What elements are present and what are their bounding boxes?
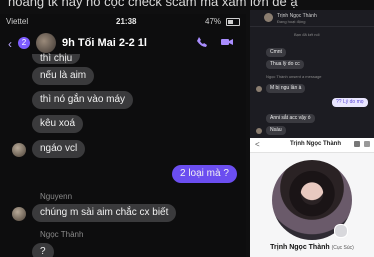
group-avatar[interactable] xyxy=(36,33,56,53)
message-bubble: chúng m sài aim chắc cx biết xyxy=(32,204,177,222)
chat-screenshot-right-top: Trịnh Ngọc Thành Đang hoạt động Bạn đã k… xyxy=(250,10,374,138)
my-message-bubble: ?? Lý do mọ xyxy=(332,98,368,107)
post-caption: hoàng tk hay nó cọc check scam mà xấm lớ… xyxy=(8,0,298,9)
call-icon[interactable] xyxy=(354,141,360,147)
battery-icon xyxy=(226,18,240,26)
profile-name: Trịnh Ngọc Thành xyxy=(270,244,330,251)
unread-badge: 2 xyxy=(18,37,30,49)
battery-percent: 47% xyxy=(205,17,222,26)
chat-title[interactable]: 9h Tối Mai 2-2 1l xyxy=(62,37,147,49)
chat-header: Trịnh Ngọc Thành Đang hoạt động xyxy=(250,10,374,27)
video-icon[interactable] xyxy=(220,36,234,48)
menu-icon[interactable] xyxy=(364,141,370,147)
avatar[interactable] xyxy=(264,13,273,22)
message-bubble: M bị ngu lần à xyxy=(266,84,306,93)
back-button[interactable]: ‹ xyxy=(8,37,12,51)
system-message: Bạn đã kết nối xyxy=(294,32,320,37)
message-bubble: kêu xoá xyxy=(32,115,84,133)
message-bubble: ngáo vcl xyxy=(32,140,86,158)
clock: 21:38 xyxy=(116,17,137,26)
profile-nickname: (Cục Súc) xyxy=(331,245,354,251)
profile-screenshot: < Trịnh Ngọc Thành Trịnh Ngọc Thành (Cục… xyxy=(250,138,374,257)
profile-name-line: Trịnh Ngọc Thành (Cục Súc) xyxy=(250,244,374,251)
sender-name: Ngọc Thành xyxy=(40,230,84,239)
message-bubble: thì chịu xyxy=(32,54,81,64)
message-bubble: Thua lỳ do cc xyxy=(266,60,304,69)
message-bubble: Cmnt xyxy=(266,48,286,57)
message-bubble: ? xyxy=(32,243,54,257)
profile-title: Trịnh Ngọc Thành xyxy=(290,141,341,147)
chat-screenshot-left: Viettel 21:38 47% ‹ 2 9h Tối Mai 2-2 1l … xyxy=(0,14,246,257)
message-bubble: Nsàu xyxy=(266,126,286,135)
status-bar: Viettel 21:38 47% xyxy=(0,14,246,28)
my-message-bubble: 2 loại mà ? xyxy=(172,165,237,183)
avatar[interactable] xyxy=(256,128,262,134)
message-list: thì chịu nếu là aim thì nó gắn vào máy k… xyxy=(0,54,246,257)
profile-header: < Trịnh Ngọc Thành xyxy=(250,138,374,153)
avatar[interactable] xyxy=(12,143,26,157)
avatar[interactable] xyxy=(12,207,26,221)
camera-icon[interactable] xyxy=(334,224,348,238)
phone-icon[interactable] xyxy=(196,36,210,48)
sender-name: Nguyenn xyxy=(40,192,73,201)
profile-photo-overlay xyxy=(280,168,344,232)
avatar[interactable] xyxy=(256,86,262,92)
carrier-label: Viettel xyxy=(6,17,29,26)
back-button[interactable]: < xyxy=(255,140,260,149)
message-bubble: Anni sắt acc vậy ó xyxy=(266,114,315,123)
system-message: Ngọc Thành unsent a message xyxy=(266,74,322,79)
message-bubble: nếu là aim xyxy=(32,67,95,85)
contact-status: Đang hoạt động xyxy=(277,19,306,24)
message-bubble: thì nó gắn vào máy xyxy=(32,91,134,109)
